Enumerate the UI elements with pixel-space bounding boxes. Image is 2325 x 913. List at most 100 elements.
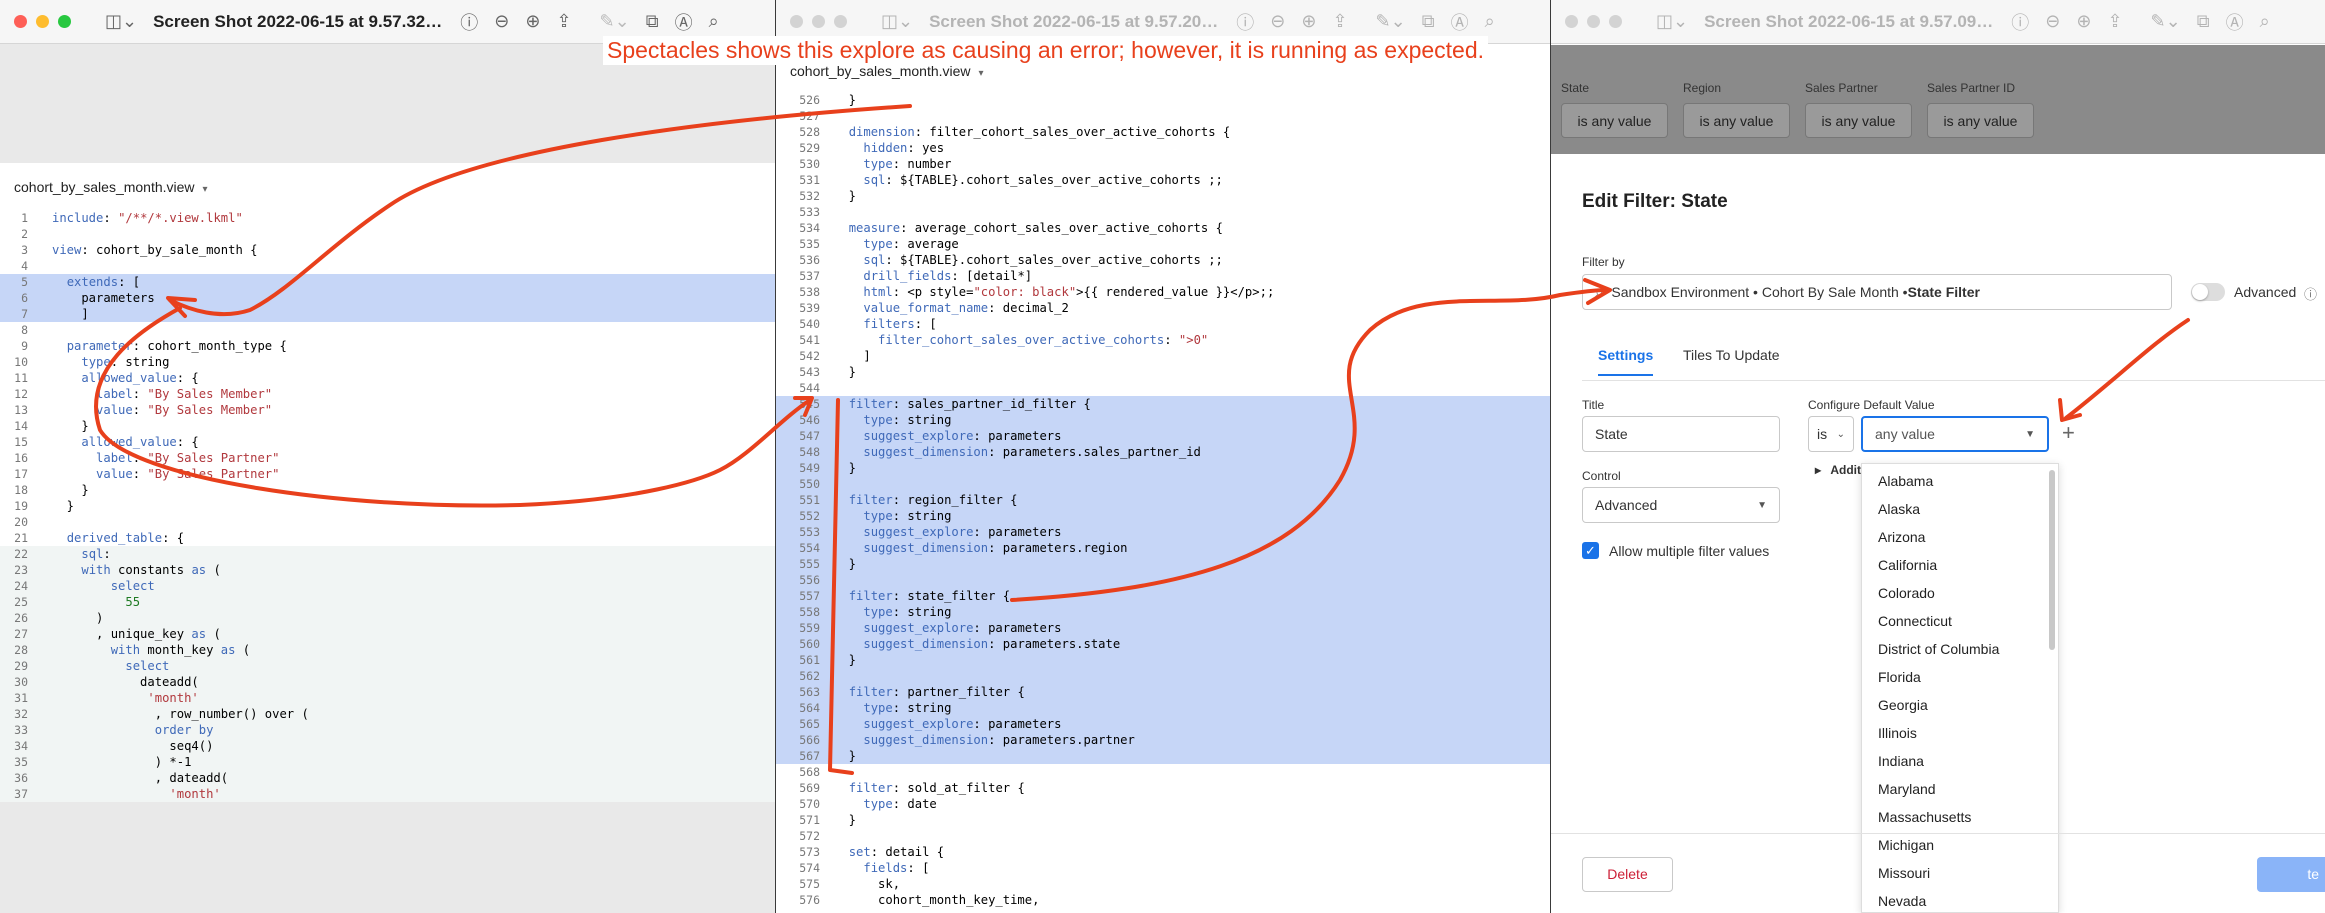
zoom-icon[interactable] [834,15,847,28]
dropdown-scrollbar[interactable] [2049,470,2055,650]
code-line[interactable]: 541 filter_cohort_sales_over_active_coho… [776,332,1550,348]
code-line[interactable]: 10 type: string [0,354,775,370]
code-line[interactable]: 22 sql: [0,546,775,562]
operator-select[interactable]: is ⌄ [1808,416,1854,452]
info-icon[interactable]: ⓘ [1236,9,1254,35]
code-line[interactable]: 526 } [776,92,1550,108]
code-line[interactable]: 547 suggest_explore: parameters [776,428,1550,444]
code-line[interactable]: 1 include: "/**/*.view.lkml" [0,210,775,226]
traffic-lights[interactable] [14,15,71,28]
code-line[interactable]: 15 allowed_value: { [0,434,775,450]
info-icon[interactable]: ⓘ [2304,284,2317,303]
code-line[interactable]: 559 suggest_explore: parameters [776,620,1550,636]
code-line[interactable]: 530 type: number [776,156,1550,172]
sidebar-icon[interactable]: ◫⌄ [105,11,137,32]
state-option[interactable]: Colorado [1862,579,2058,607]
state-option[interactable]: Florida [1862,663,2058,691]
code-line[interactable]: 563 filter: partner_filter { [776,684,1550,700]
code-line[interactable]: 31 'month' [0,690,775,706]
code-line[interactable]: 25 55 [0,594,775,610]
code-line[interactable]: 573 set: detail { [776,844,1550,860]
code-line[interactable]: 537 drill_fields: [detail*] [776,268,1550,284]
code-line[interactable]: 532 } [776,188,1550,204]
code-line[interactable]: 557 filter: state_filter { [776,588,1550,604]
code-line[interactable]: 4 [0,258,775,274]
code-line[interactable]: 29 select [0,658,775,674]
share-icon[interactable]: ⇪ [2107,11,2122,32]
code-line[interactable]: 575 sk, [776,876,1550,892]
rotate-icon[interactable]: ⧉ [646,11,659,32]
sidebar-icon[interactable]: ◫⌄ [881,11,913,32]
code-line[interactable]: 18 } [0,482,775,498]
search-icon[interactable]: ⌕ [2260,11,2270,32]
filter-by-field[interactable]: ⌕ Sandbox Environment • Cohort By Sale M… [1582,274,2172,310]
zoom-in-icon[interactable]: ⊕ [525,11,540,32]
code-line[interactable]: 531 sql: ${TABLE}.cohort_sales_over_acti… [776,172,1550,188]
code-line[interactable]: 548 suggest_dimension: parameters.sales_… [776,444,1550,460]
dashboard-filter-chip[interactable]: is any value [1927,103,2034,138]
zoom-out-icon[interactable]: ⊖ [2045,11,2060,32]
code-line[interactable]: 36 , dateadd( [0,770,775,786]
code-line[interactable]: 11 allowed_value: { [0,370,775,386]
markup-icon[interactable]: ✎⌄ [1376,11,1406,32]
code-line[interactable]: 568 [776,764,1550,780]
state-option[interactable]: Georgia [1862,691,2058,719]
code-line[interactable]: 35 ) *-1 [0,754,775,770]
file-tab[interactable]: cohort_by_sales_month.view ▾ [790,63,983,79]
zoom-in-icon[interactable]: ⊕ [1301,11,1316,32]
rotate-icon[interactable]: ⧉ [1422,11,1435,32]
code-line[interactable]: 576 cohort_month_key_time, [776,892,1550,908]
code-line[interactable]: 23 with constants as ( [0,562,775,578]
state-option[interactable]: Connecticut [1862,607,2058,635]
code-line[interactable]: 8 [0,322,775,338]
code-line[interactable]: 26 ) [0,610,775,626]
code-line[interactable]: 544 [776,380,1550,396]
markup-icon[interactable]: ✎⌄ [2151,11,2181,32]
code-line[interactable]: 527 [776,108,1550,124]
tab-settings[interactable]: Settings [1598,347,1654,376]
file-tab[interactable]: cohort_by_sales_month.view ▾ [14,179,207,195]
code-line[interactable]: 6 parameters [0,290,775,306]
code-line[interactable]: 560 suggest_dimension: parameters.state [776,636,1550,652]
info-icon[interactable]: ⓘ [460,9,478,35]
code-line[interactable]: 555 } [776,556,1550,572]
code-line[interactable]: 27 , unique_key as ( [0,626,775,642]
code-line[interactable]: 529 hidden: yes [776,140,1550,156]
info-icon[interactable]: ⓘ [2011,9,2029,35]
code-line[interactable]: 570 type: date [776,796,1550,812]
code-line[interactable]: 572 [776,828,1550,844]
zoom-in-icon[interactable]: ⊕ [2076,11,2091,32]
dashboard-filter-chip[interactable]: is any value [1805,103,1912,138]
code-line[interactable]: 34 seq4() [0,738,775,754]
code-line[interactable]: 562 [776,668,1550,684]
code-line[interactable]: 2 [0,226,775,242]
code-line[interactable]: 528 dimension: filter_cohort_sales_over_… [776,124,1550,140]
default-value-input[interactable]: any value ▼ [1861,416,2049,452]
control-select[interactable]: Advanced ▼ [1582,487,1780,523]
code-line[interactable]: 13 value: "By Sales Member" [0,402,775,418]
search-icon[interactable]: ⌕ [1485,11,1495,32]
code-line[interactable]: 534 measure: average_cohort_sales_over_a… [776,220,1550,236]
code-line[interactable]: 565 suggest_explore: parameters [776,716,1550,732]
code-line[interactable]: 550 [776,476,1550,492]
code-line[interactable]: 567 } [776,748,1550,764]
code-line[interactable]: 32 , row_number() over ( [0,706,775,722]
add-icon[interactable]: + [2062,420,2075,446]
state-option[interactable]: Alabama [1862,467,2058,495]
state-option[interactable]: Nevada [1862,887,2058,912]
traffic-lights[interactable] [1565,15,1622,28]
state-option[interactable]: Indiana [1862,747,2058,775]
code-line[interactable]: 545 filter: sales_partner_id_filter { [776,396,1550,412]
code-line[interactable]: 7 ] [0,306,775,322]
code-line[interactable]: 17 value: "By Sales Partner" [0,466,775,482]
close-icon[interactable] [1565,15,1578,28]
code-line[interactable]: 9 parameter: cohort_month_type { [0,338,775,354]
code-line[interactable]: 535 type: average [776,236,1550,252]
code-line[interactable]: 533 [776,204,1550,220]
code-line[interactable]: 536 sql: ${TABLE}.cohort_sales_over_acti… [776,252,1550,268]
minimize-icon[interactable] [812,15,825,28]
code-line[interactable]: 28 with month_key as ( [0,642,775,658]
tab-tiles-to-update[interactable]: Tiles To Update [1683,347,1780,363]
code-line[interactable]: 37 'month' [0,786,775,802]
code-line[interactable]: 571 } [776,812,1550,828]
